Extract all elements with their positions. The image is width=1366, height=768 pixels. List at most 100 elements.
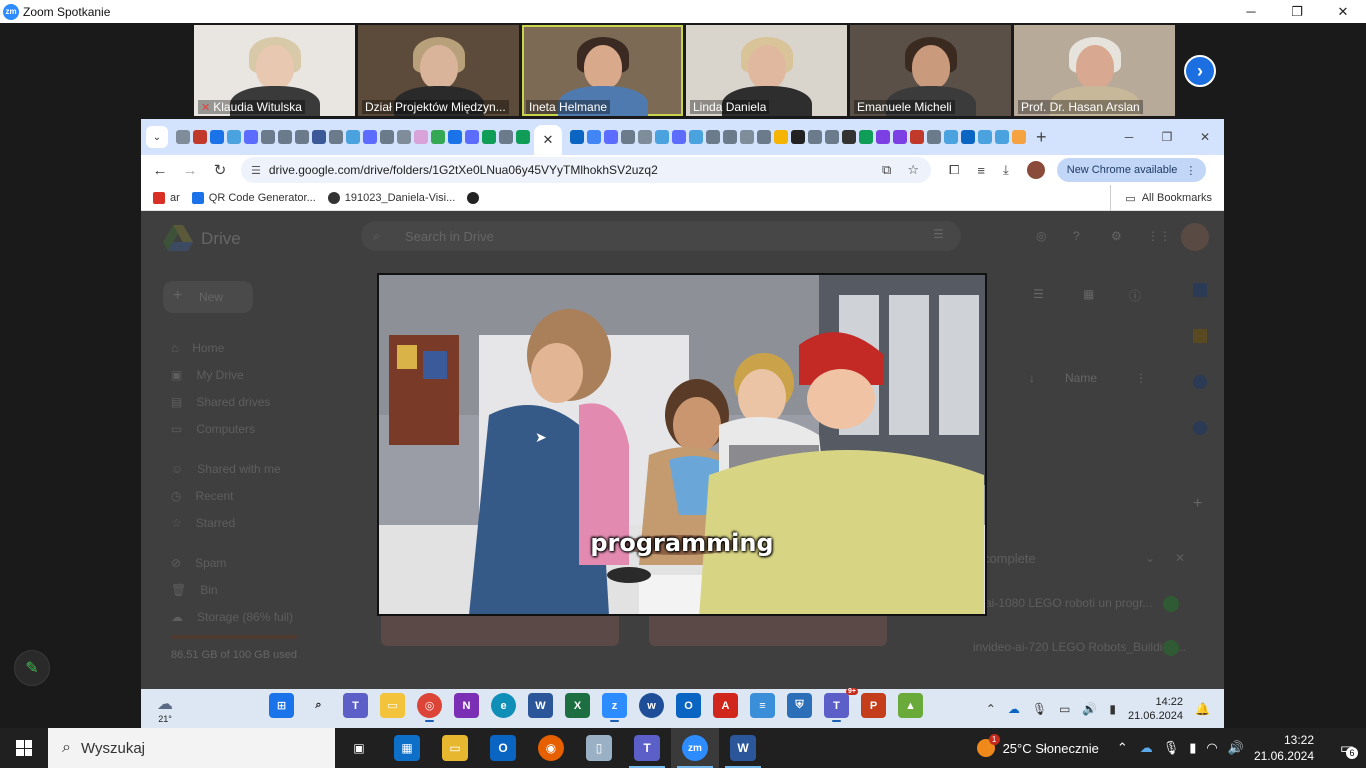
sidebar-item-home[interactable]: ⌂ Home: [171, 341, 224, 355]
tab-favicon[interactable]: [346, 130, 360, 144]
bookmark-star-icon[interactable]: ☆: [907, 162, 919, 178]
settings-gear-icon[interactable]: ⚙: [1111, 229, 1122, 243]
tab-favicon[interactable]: [193, 130, 207, 144]
sidebar-item-shared-with-me[interactable]: ☺ Shared with me: [171, 462, 281, 476]
tab-favicon[interactable]: [176, 130, 190, 144]
offline-status-icon[interactable]: ◎: [1036, 229, 1046, 243]
bookmark-item[interactable]: 191023_Daniela-Visi...: [327, 191, 455, 204]
tab-favicon[interactable]: [927, 130, 941, 144]
tab-favicon[interactable]: [482, 130, 496, 144]
side-panel-calendar-icon[interactable]: [1193, 283, 1207, 297]
tab-favicon[interactable]: [859, 130, 873, 144]
tab-favicon[interactable]: [893, 130, 907, 144]
downloads-icon[interactable]: ⤓: [1003, 162, 1009, 178]
tab-favicon[interactable]: [465, 130, 479, 144]
collapse-panel-icon[interactable]: ⌄: [1145, 551, 1155, 565]
participant-tile-active-speaker[interactable]: Ineta Helmane: [522, 25, 683, 116]
remote-word-icon[interactable]: W: [528, 693, 553, 718]
minimize-button[interactable]: ─: [1228, 0, 1274, 23]
tab-favicon[interactable]: [363, 130, 377, 144]
add-addon-icon[interactable]: +: [1193, 495, 1202, 513]
reload-button[interactable]: ↻: [205, 161, 235, 179]
weather-text[interactable]: 25°C Słonecznie: [1003, 741, 1099, 756]
sidebar-item-shared-drives[interactable]: ▤ Shared drives: [171, 395, 270, 409]
remote-show-hidden-icon[interactable]: ⌃: [986, 702, 996, 716]
remote-battery-icon[interactable]: ▮: [1109, 702, 1116, 716]
video-player[interactable]: programming: [377, 273, 987, 616]
address-bar[interactable]: ☰ drive.google.com/drive/folders/1G2tXe0…: [241, 157, 931, 183]
participant-tile[interactable]: ✕ Klaudia Witulska: [194, 25, 355, 116]
tab-favicon[interactable]: [706, 130, 720, 144]
taskbar-app-utility[interactable]: ▯: [575, 728, 623, 768]
remote-search-icon[interactable]: ⌕: [306, 693, 331, 718]
tab-favicon[interactable]: [995, 130, 1009, 144]
tab-favicon[interactable]: [621, 130, 635, 144]
participant-tile[interactable]: Prof. Dr. Hasan Arslan: [1014, 25, 1175, 116]
tab-search-button[interactable]: ⌄: [146, 126, 168, 148]
tab-favicon[interactable]: [910, 130, 924, 144]
remote-powerpoint-icon[interactable]: P: [861, 693, 886, 718]
account-avatar[interactable]: [1181, 223, 1209, 251]
browser-maximize-button[interactable]: ❐: [1148, 119, 1186, 155]
tab-favicon[interactable]: [431, 130, 445, 144]
tab-favicon[interactable]: [380, 130, 394, 144]
tab-favicon[interactable]: [723, 130, 737, 144]
tab-favicon[interactable]: [1012, 130, 1026, 144]
site-info-icon[interactable]: ☰: [251, 164, 261, 177]
taskbar-app-explorer[interactable]: ▭: [431, 728, 479, 768]
all-bookmarks-button[interactable]: ▭ All Bookmarks: [1110, 185, 1212, 211]
tab-favicon[interactable]: [397, 130, 411, 144]
task-view-button[interactable]: ▣: [335, 728, 383, 768]
forward-button[interactable]: →: [175, 162, 205, 179]
remote-zoom-icon[interactable]: z: [602, 693, 627, 722]
next-participants-button[interactable]: ›: [1184, 55, 1216, 87]
tab-favicon[interactable]: [944, 130, 958, 144]
show-hidden-icons-icon[interactable]: ⌃: [1117, 740, 1128, 756]
more-options-icon[interactable]: ⋮: [1135, 371, 1147, 385]
remote-teams-chat-icon[interactable]: T: [343, 693, 368, 718]
tab-favicon[interactable]: [757, 130, 771, 144]
remote-edge-icon[interactable]: e: [491, 693, 516, 718]
tab-favicon[interactable]: [740, 130, 754, 144]
tab-favicon[interactable]: [791, 130, 805, 144]
bookmark-item[interactable]: [467, 191, 480, 204]
weather-icon[interactable]: [976, 734, 1000, 757]
tab-favicon[interactable]: [312, 130, 326, 144]
tab-favicon[interactable]: [278, 130, 292, 144]
tab-favicon[interactable]: [570, 130, 584, 144]
remote-notepad-icon[interactable]: ≡: [750, 693, 775, 718]
participant-tile[interactable]: Emanuele Micheli: [850, 25, 1011, 116]
tab-favicon[interactable]: [516, 130, 530, 144]
tab-favicon[interactable]: [261, 130, 275, 144]
sidebar-item-storage[interactable]: ☁ Storage (86% full): [171, 610, 293, 624]
tab-favicon[interactable]: [842, 130, 856, 144]
tab-favicon[interactable]: [638, 130, 652, 144]
tab-favicon[interactable]: [227, 130, 241, 144]
tab-favicon[interactable]: [295, 130, 309, 144]
onedrive-icon[interactable]: ☁: [1140, 740, 1153, 756]
list-view-button[interactable]: ☰: [1033, 287, 1044, 301]
taskbar-app-zoom[interactable]: zm: [671, 728, 719, 768]
remote-photos-icon[interactable]: ▲: [898, 693, 923, 718]
remote-excel-icon[interactable]: X: [565, 693, 590, 718]
tab-favicon[interactable]: [655, 130, 669, 144]
notification-center-button[interactable]: ▭ 6: [1328, 728, 1366, 768]
info-icon[interactable]: ⓘ: [1129, 287, 1141, 304]
grid-view-button[interactable]: ▦: [1083, 287, 1094, 301]
tab-favicon[interactable]: [672, 130, 686, 144]
tab-favicon[interactable]: [808, 130, 822, 144]
upload-item[interactable]: invideo-ai-720 LEGO Robots_Building...: [973, 640, 1186, 654]
bookmark-item[interactable]: ar: [153, 191, 180, 204]
annotate-pencil-button[interactable]: ✎: [14, 650, 50, 686]
taskbar-app-teams[interactable]: T: [623, 728, 671, 768]
remote-teams-icon[interactable]: T 9+: [824, 688, 858, 722]
remote-onenote-icon[interactable]: N: [454, 693, 479, 718]
remote-acrobat-icon[interactable]: A: [713, 693, 738, 718]
sort-by-name[interactable]: Name: [1065, 371, 1097, 385]
sort-direction-icon[interactable]: ↓: [1029, 371, 1035, 385]
side-panel-keep-icon[interactable]: [1193, 329, 1207, 343]
sidebar-item-spam[interactable]: ⊘ Spam: [171, 556, 226, 570]
upload-item[interactable]: ai-1080 LEGO roboti un progr...: [985, 596, 1152, 610]
tab-favicon[interactable]: [978, 130, 992, 144]
file-card[interactable]: [381, 614, 619, 646]
